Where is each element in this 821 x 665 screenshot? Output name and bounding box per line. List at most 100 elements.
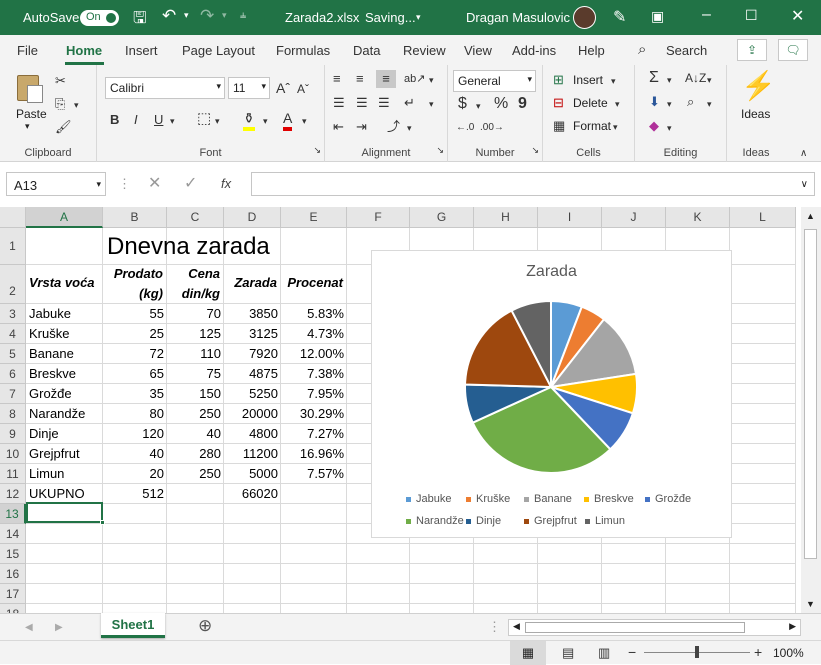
number-dialog-launcher-icon[interactable]: ↘ xyxy=(531,141,539,159)
format-cells-button[interactable]: Format xyxy=(573,119,611,133)
top-align-icon[interactable]: ≡ xyxy=(333,70,341,88)
decrease-font-icon[interactable]: Aˇ xyxy=(297,80,309,98)
column-header-C[interactable]: C xyxy=(167,207,224,228)
tab-home[interactable]: Home xyxy=(66,43,102,58)
row-price-cell[interactable]: 40 xyxy=(167,426,224,441)
fill-handle[interactable] xyxy=(100,520,105,525)
format-painter-icon[interactable]: 🖌 xyxy=(55,118,72,136)
ideas-button[interactable]: Ideas xyxy=(741,107,770,121)
insert-function-icon[interactable]: fx xyxy=(221,175,231,193)
selected-cell[interactable] xyxy=(26,502,103,523)
column-header-D[interactable]: D xyxy=(224,207,281,228)
ribbon-display-icon[interactable]: ▣ xyxy=(651,8,664,25)
undo-dropdown-icon[interactable]: ▾ xyxy=(184,10,189,21)
row-header-18[interactable]: 18 xyxy=(0,604,26,613)
row-percent-cell[interactable]: 7.57% xyxy=(281,466,347,481)
header-zarada[interactable]: Zarada xyxy=(223,275,280,290)
row-earnings-cell[interactable]: 7920 xyxy=(224,346,281,361)
status-dropdown-icon[interactable]: ▾ xyxy=(416,12,421,23)
sort-filter-icon[interactable]: A↓Z xyxy=(685,69,706,87)
comments-button[interactable]: 🗨 xyxy=(778,39,808,61)
legend-item-grožđe[interactable]: Grožđe xyxy=(645,493,691,505)
legend-item-limun[interactable]: Limun xyxy=(585,515,625,527)
sort-filter-dropdown-icon[interactable]: ▾ xyxy=(707,71,712,89)
row-price-cell[interactable]: 150 xyxy=(167,386,224,401)
find-select-icon[interactable]: ⌕ xyxy=(687,93,694,111)
sheet-title-cell[interactable]: Dnevna zarada xyxy=(104,233,273,261)
customize-qat-icon[interactable]: ⫨ xyxy=(240,9,246,22)
column-header-E[interactable]: E xyxy=(281,207,347,228)
row-earnings-cell[interactable]: 3125 xyxy=(224,326,281,341)
designer-pen-icon[interactable]: ✎ xyxy=(613,7,626,27)
font-dialog-launcher-icon[interactable]: ↘ xyxy=(313,141,321,159)
scroll-down-icon[interactable]: ▼ xyxy=(806,599,815,609)
tab-formulas[interactable]: Formulas xyxy=(276,43,330,58)
search-icon[interactable]: ⌕ xyxy=(638,41,646,58)
row-earnings-cell[interactable]: 4800 xyxy=(224,426,281,441)
close-icon[interactable]: ✕ xyxy=(791,6,804,26)
legend-item-dinje[interactable]: Dinje xyxy=(466,515,501,527)
row-fruit-cell[interactable]: Kruške xyxy=(26,326,103,341)
comma-style-icon[interactable]: 9 xyxy=(518,95,527,113)
increase-font-icon[interactable]: Aˆ xyxy=(276,79,290,97)
row-price-cell[interactable]: 280 xyxy=(167,446,224,461)
row-price-cell[interactable]: 250 xyxy=(167,466,224,481)
vertical-scroll-thumb[interactable] xyxy=(804,229,817,559)
sheet-tab-sheet1[interactable]: Sheet1 xyxy=(101,613,165,638)
total-row-fruit-cell[interactable]: UKUPNO xyxy=(26,486,103,501)
legend-item-grejpfrut[interactable]: Grejpfrut xyxy=(524,515,577,527)
user-name[interactable]: Dragan Masulovic xyxy=(466,10,570,25)
percent-icon[interactable]: % xyxy=(494,95,508,113)
tab-page-layout[interactable]: Page Layout xyxy=(182,43,255,58)
vertical-scrollbar[interactable]: ▲ ▼ xyxy=(801,207,821,613)
increase-indent-icon[interactable]: ⇥ xyxy=(356,118,367,136)
row-fruit-cell[interactable]: Breskve xyxy=(26,366,103,381)
tab-help[interactable]: Help xyxy=(578,43,605,58)
header-procenat[interactable]: Procenat xyxy=(280,275,346,290)
redo-dropdown-icon[interactable]: ▾ xyxy=(222,10,227,21)
normal-view-button[interactable]: ▦ xyxy=(510,641,546,665)
font-name-select[interactable]: Calibri ▾ xyxy=(105,77,225,99)
row-price-cell[interactable]: 110 xyxy=(167,346,224,361)
tab-file[interactable]: File xyxy=(17,43,38,58)
column-header-H[interactable]: H xyxy=(474,207,538,228)
autosave-toggle[interactable]: On xyxy=(80,10,119,26)
collapse-ribbon-icon[interactable]: ∧ xyxy=(800,145,807,163)
currency-dropdown-icon[interactable]: ▾ xyxy=(476,97,481,115)
find-select-dropdown-icon[interactable]: ▾ xyxy=(707,95,712,113)
copy-icon[interactable]: ⎘ xyxy=(55,95,65,113)
autosum-icon[interactable]: Σ xyxy=(649,69,659,87)
delete-dropdown-icon[interactable]: ▾ xyxy=(615,95,620,113)
row-percent-cell[interactable]: 30.29% xyxy=(281,406,347,421)
legend-item-breskve[interactable]: Breskve xyxy=(584,493,634,505)
row-header-9[interactable]: 9 xyxy=(0,424,26,444)
delete-cells-button[interactable]: Delete xyxy=(573,96,608,110)
row-header-5[interactable]: 5 xyxy=(0,344,26,364)
legend-item-kruške[interactable]: Kruške xyxy=(466,493,510,505)
minimize-icon[interactable]: – xyxy=(702,6,711,24)
tab-view[interactable]: View xyxy=(464,43,492,58)
row-header-4[interactable]: 4 xyxy=(0,324,26,344)
maximize-icon[interactable]: ☐ xyxy=(745,7,758,24)
row-fruit-cell[interactable]: Grožđe xyxy=(26,386,103,401)
bold-button[interactable]: B xyxy=(110,111,119,129)
row-fruit-cell[interactable]: Dinje xyxy=(26,426,103,441)
legend-item-narandže[interactable]: Narandže xyxy=(406,515,464,527)
copy-dropdown-icon[interactable]: ▾ xyxy=(74,96,79,114)
row-header-1[interactable]: 1 xyxy=(0,228,26,265)
clear-dropdown-icon[interactable]: ▾ xyxy=(667,119,672,137)
align-left-icon[interactable]: ☰ xyxy=(333,94,345,112)
header-prodato[interactable]: Prodato xyxy=(102,266,166,281)
underline-dropdown-icon[interactable]: ▾ xyxy=(170,112,175,130)
row-percent-cell[interactable]: 4.73% xyxy=(281,326,347,341)
search-box[interactable]: Search xyxy=(666,43,707,58)
column-header-G[interactable]: G xyxy=(410,207,474,228)
horizontal-scrollbar[interactable]: ◀ ▶ xyxy=(508,619,801,636)
column-header-A[interactable]: A xyxy=(26,207,103,228)
row-header-14[interactable]: 14 xyxy=(0,524,26,544)
column-header-B[interactable]: B xyxy=(103,207,167,228)
underline-button[interactable]: U xyxy=(154,111,163,129)
merge-dropdown-icon[interactable]: ▾ xyxy=(429,95,434,113)
font-size-select[interactable]: 11 ▾ xyxy=(228,77,270,99)
align-center-icon[interactable]: ☰ xyxy=(356,94,368,112)
